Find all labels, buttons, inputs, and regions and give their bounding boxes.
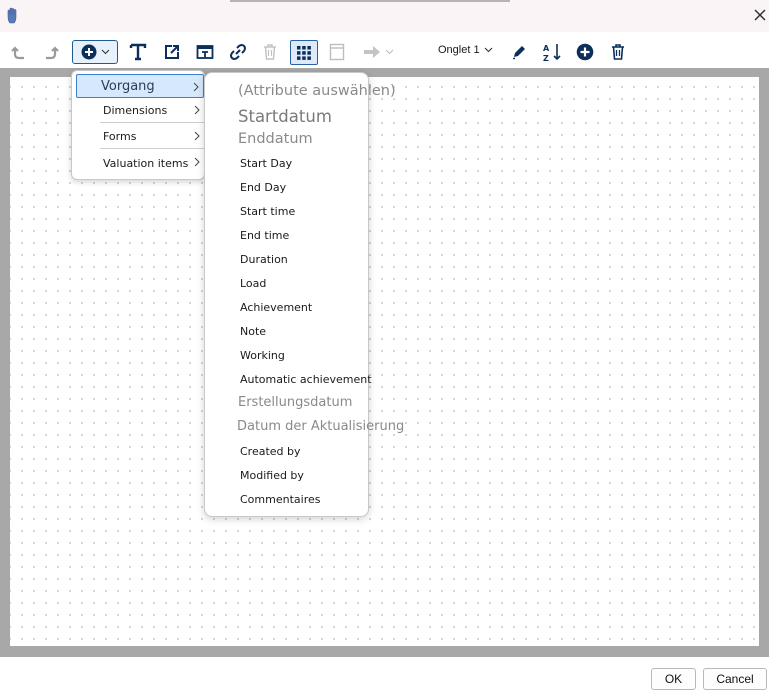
arrow-disabled-button[interactable] [360,40,396,64]
attr-duration[interactable]: Duration [240,253,288,266]
svg-text:Z: Z [543,54,549,62]
vorgang-attributes-submenu: (Attribute auswählen) Startdatum Enddatu… [204,72,404,517]
arrow-right-icon [363,45,381,59]
attr-note[interactable]: Note [240,325,266,338]
undo-icon[interactable] [8,40,30,64]
attr-end-day[interactable]: End Day [240,181,286,194]
attr-start-time[interactable]: Start time [240,205,295,218]
attribute-select-header: (Attribute auswählen) [238,83,396,99]
attr-start-day[interactable]: Start Day [240,157,292,170]
grid-toggle-button[interactable] [290,40,318,65]
sort-az-icon[interactable]: A Z [540,40,564,64]
menu-item-valuation-items[interactable]: Valuation items [100,151,204,175]
tab-selector-label: Onglet 1 [438,44,480,56]
attr-achievement[interactable]: Achievement [240,301,312,314]
hand-app-icon [5,7,21,25]
attr-created-by[interactable]: Created by [240,445,301,458]
menu-item-label: Forms [103,130,137,143]
attr-working[interactable]: Working [240,349,285,362]
title-accent-line [230,0,510,2]
attr-modified-by[interactable]: Modified by [240,469,304,482]
link-icon[interactable] [226,40,250,64]
cancel-button[interactable]: Cancel [703,668,767,690]
attr-automatic-achievement[interactable]: Automatic achievement [240,373,372,386]
close-icon[interactable] [751,6,769,26]
attr-enddatum[interactable]: Enddatum [238,131,313,147]
attr-end-time[interactable]: End time [240,229,289,242]
text-box-icon[interactable] [193,40,217,64]
menu-item-dimensions[interactable]: Dimensions [100,99,204,123]
redo-icon[interactable] [40,40,62,64]
frame-disabled-icon[interactable] [326,40,348,64]
menu-item-label: Dimensions [103,104,168,117]
menu-item-forms[interactable]: Forms [100,125,204,149]
attr-load[interactable]: Load [240,277,266,290]
ok-button[interactable]: OK [651,668,696,690]
text-tool-icon[interactable] [126,40,150,64]
attr-datum-aktualisierung[interactable]: Datum der Aktualisierung [237,419,404,434]
attr-erstellungsdatum[interactable]: Erstellungsdatum [238,395,352,410]
attr-startdatum[interactable]: Startdatum [238,107,332,126]
attr-commentaires[interactable]: Commentaires [240,493,320,506]
chevron-right-icon [194,105,200,115]
pencil-icon[interactable] [508,40,530,64]
svg-text:A: A [543,44,550,53]
menu-item-label: Vorgang [101,78,155,94]
add-element-button[interactable] [72,40,118,64]
title-bar [0,0,769,32]
tab-selector[interactable]: Onglet 1 [438,44,493,56]
chevron-down-icon [484,44,493,56]
trash-disabled-icon[interactable] [259,40,281,64]
add-tab-icon[interactable] [574,40,596,64]
chevron-right-icon [194,157,200,167]
plus-circle-icon [81,44,97,60]
add-element-menu: Vorgang Dimensions Forms Valuation items [71,70,205,180]
export-icon[interactable] [160,40,184,64]
menu-item-vorgang[interactable]: Vorgang [76,74,204,98]
chevron-down-icon [101,49,110,55]
chevron-right-icon [194,131,200,141]
chevron-right-icon [193,81,199,92]
delete-tab-icon[interactable] [607,40,629,64]
chevron-down-icon [385,49,394,55]
menu-item-label: Valuation items [103,156,189,170]
grid-icon [296,45,312,61]
